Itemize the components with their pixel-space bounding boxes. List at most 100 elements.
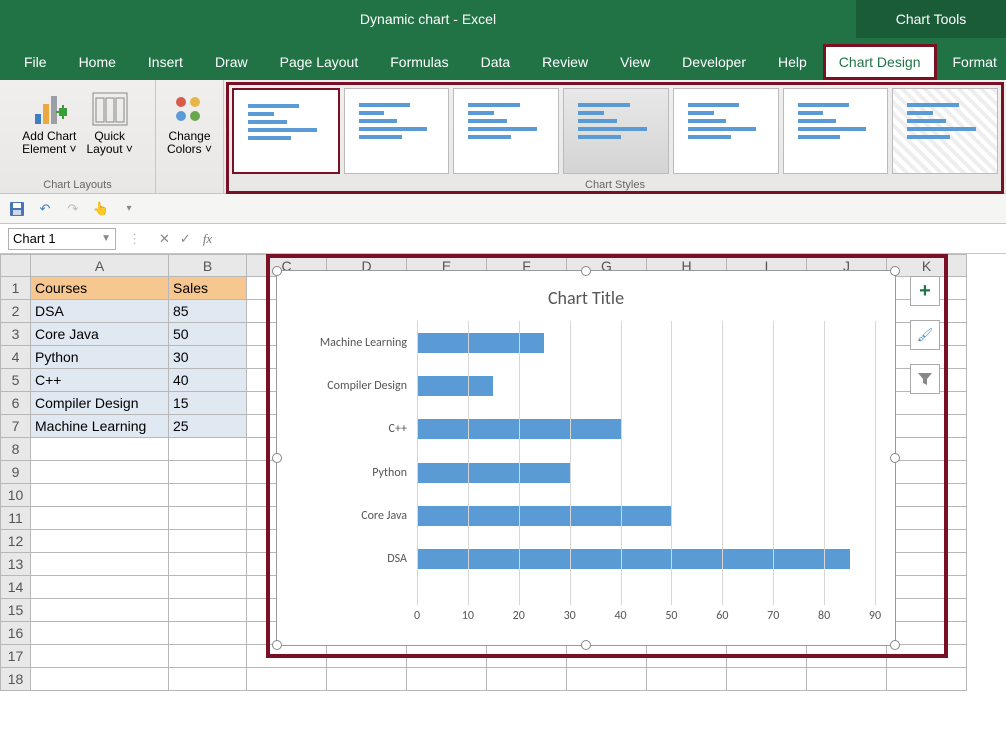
bar[interactable]	[417, 333, 544, 353]
cell[interactable]: 85	[169, 300, 247, 323]
row-header-3[interactable]: 3	[1, 323, 31, 346]
cell[interactable]	[247, 668, 327, 691]
chart-filter-button[interactable]	[910, 364, 940, 394]
cancel-icon[interactable]: ✕	[159, 231, 170, 247]
row-header-10[interactable]: 10	[1, 484, 31, 507]
cell[interactable]: 30	[169, 346, 247, 369]
cell[interactable]	[169, 530, 247, 553]
tab-developer[interactable]: Developer	[666, 44, 762, 80]
row-header-15[interactable]: 15	[1, 599, 31, 622]
row-header-14[interactable]: 14	[1, 576, 31, 599]
cell[interactable]	[647, 668, 727, 691]
tab-insert[interactable]: Insert	[132, 44, 199, 80]
cell[interactable]: 25	[169, 415, 247, 438]
tab-chart-design[interactable]: Chart Design	[823, 44, 937, 80]
tab-home[interactable]: Home	[63, 44, 132, 80]
row-header-16[interactable]: 16	[1, 622, 31, 645]
row-header-18[interactable]: 18	[1, 668, 31, 691]
select-all-cell[interactable]	[1, 255, 31, 277]
quick-layout-button[interactable]: Quick Layout ˅	[87, 84, 133, 156]
tab-formulas[interactable]: Formulas	[374, 44, 464, 80]
add-chart-element-button[interactable]: Add Chart Element ˅	[22, 84, 76, 156]
chart-frame[interactable]: Chart Title Machine LearningCompiler Des…	[276, 270, 896, 646]
bar[interactable]	[417, 376, 493, 396]
name-box[interactable]: Chart 1 ▼	[8, 228, 116, 250]
redo-button[interactable]: ↷	[64, 200, 82, 218]
bar[interactable]	[417, 463, 570, 483]
touch-mode-button[interactable]: 👆	[92, 200, 110, 218]
cell[interactable]: Courses	[31, 277, 169, 300]
cell[interactable]	[31, 484, 169, 507]
fx-icon[interactable]: fx	[203, 231, 212, 247]
cell[interactable]: Python	[31, 346, 169, 369]
cell[interactable]	[31, 599, 169, 622]
chart-styles-button[interactable]: 🖌	[910, 320, 940, 350]
chart-style-1[interactable]	[232, 88, 340, 174]
enter-icon[interactable]: ✓	[180, 231, 191, 247]
cell[interactable]	[169, 668, 247, 691]
chart-style-4[interactable]	[563, 88, 669, 174]
cell[interactable]	[31, 576, 169, 599]
col-header-A[interactable]: A	[31, 255, 169, 277]
col-header-B[interactable]: B	[169, 255, 247, 277]
row-header-1[interactable]: 1	[1, 277, 31, 300]
cell[interactable]	[169, 438, 247, 461]
worksheet[interactable]: A B C D E F G H I J K 1CoursesSales2DSA8…	[0, 254, 1006, 691]
cell[interactable]	[169, 484, 247, 507]
row-header-4[interactable]: 4	[1, 346, 31, 369]
cell[interactable]: C++	[31, 369, 169, 392]
more-icon[interactable]: ⋮	[128, 231, 141, 247]
cell[interactable]	[31, 530, 169, 553]
row-header-6[interactable]: 6	[1, 392, 31, 415]
row-header-11[interactable]: 11	[1, 507, 31, 530]
cell[interactable]	[31, 668, 169, 691]
chart-style-3[interactable]	[453, 88, 559, 174]
tab-format[interactable]: Format	[937, 44, 1006, 80]
chart-style-7[interactable]	[892, 88, 998, 174]
plot-area[interactable]: Machine LearningCompiler DesignC++Python…	[307, 321, 875, 605]
chart-style-2[interactable]	[344, 88, 450, 174]
chart-style-5[interactable]	[673, 88, 779, 174]
tab-help[interactable]: Help	[762, 44, 823, 80]
cell[interactable]: DSA	[31, 300, 169, 323]
cell[interactable]	[567, 668, 647, 691]
row-header-2[interactable]: 2	[1, 300, 31, 323]
cell[interactable]	[31, 461, 169, 484]
row-header-17[interactable]: 17	[1, 645, 31, 668]
chart-elements-button[interactable]: +	[910, 276, 940, 306]
tab-view[interactable]: View	[604, 44, 666, 80]
cell[interactable]	[31, 438, 169, 461]
chart-styles-gallery[interactable]	[232, 88, 998, 174]
row-header-8[interactable]: 8	[1, 438, 31, 461]
row-header-13[interactable]: 13	[1, 553, 31, 576]
row-header-9[interactable]: 9	[1, 461, 31, 484]
cell[interactable]	[31, 507, 169, 530]
cell[interactable]	[169, 507, 247, 530]
undo-button[interactable]: ↶	[36, 200, 54, 218]
formula-input[interactable]	[224, 228, 998, 250]
cell[interactable]: 40	[169, 369, 247, 392]
chart-title[interactable]: Chart Title	[277, 287, 895, 309]
bar[interactable]	[417, 506, 671, 526]
cell[interactable]: Sales	[169, 277, 247, 300]
cell[interactable]: 15	[169, 392, 247, 415]
row-header-5[interactable]: 5	[1, 369, 31, 392]
row-header-12[interactable]: 12	[1, 530, 31, 553]
cell[interactable]	[807, 668, 887, 691]
cell[interactable]	[169, 461, 247, 484]
cell[interactable]: 50	[169, 323, 247, 346]
cell[interactable]	[727, 668, 807, 691]
cell[interactable]: Core Java	[31, 323, 169, 346]
chart-style-6[interactable]	[783, 88, 889, 174]
tab-page-layout[interactable]: Page Layout	[264, 44, 375, 80]
chart-object[interactable]: Chart Title Machine LearningCompiler Des…	[268, 256, 946, 656]
qat-customize[interactable]: ▾	[120, 200, 138, 218]
tab-data[interactable]: Data	[465, 44, 527, 80]
cell[interactable]	[327, 668, 407, 691]
cell[interactable]	[169, 622, 247, 645]
tab-review[interactable]: Review	[526, 44, 604, 80]
tab-file[interactable]: File	[8, 44, 63, 80]
cell[interactable]	[31, 553, 169, 576]
cell[interactable]	[169, 599, 247, 622]
cell[interactable]: Machine Learning	[31, 415, 169, 438]
